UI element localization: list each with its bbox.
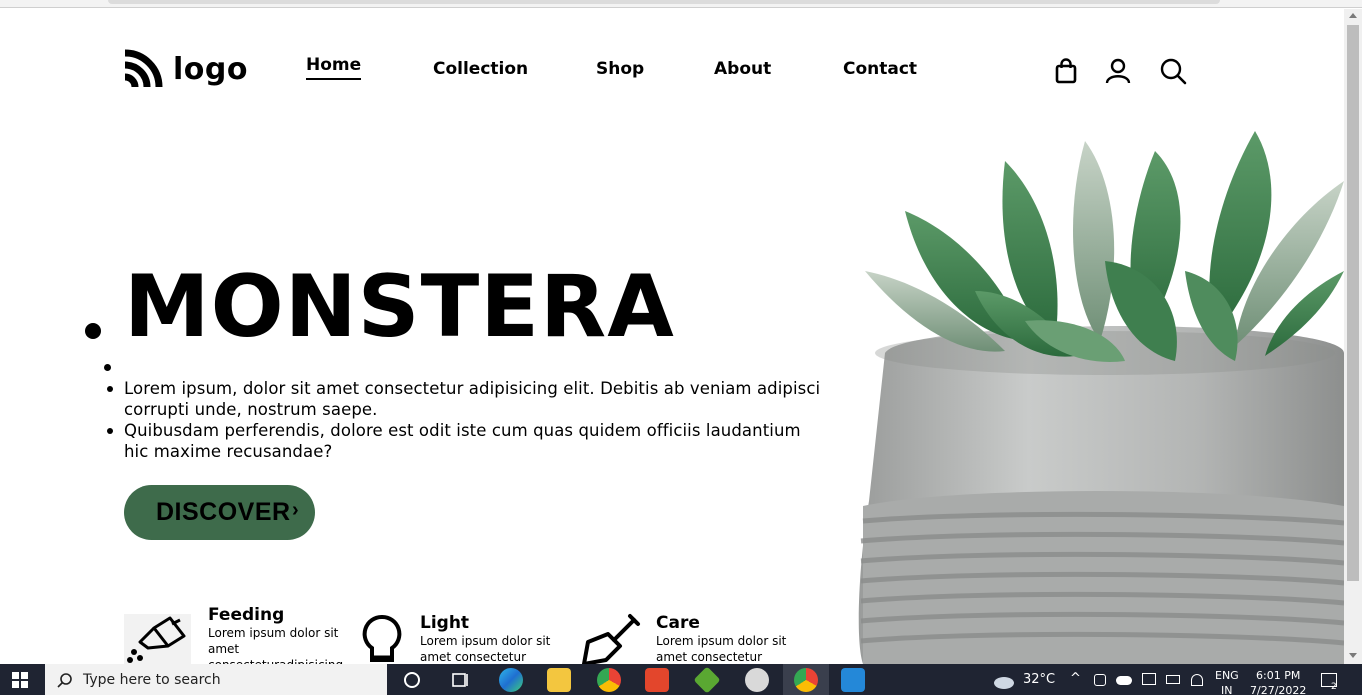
list-item: Quibusdam perferendis, dolore est odit i… — [107, 420, 824, 462]
feature-title: Light — [420, 613, 470, 633]
search-icon — [57, 673, 72, 688]
web-page: logo Home Collection Shop About Contact … — [0, 9, 1344, 664]
shovel-icon — [582, 614, 640, 664]
nav-contact[interactable]: Contact — [843, 59, 917, 79]
browser-top-strip — [0, 0, 1362, 8]
feature-text: Lorem ipsum dolor sit amet consectetur — [420, 634, 551, 664]
nav-home[interactable]: Home — [306, 55, 362, 80]
task-view-icon[interactable] — [448, 668, 472, 692]
hero-title: MONSTERA — [124, 257, 675, 357]
wifi-icon[interactable] — [1191, 674, 1203, 686]
search-placeholder: Type here to search — [83, 671, 221, 688]
feature-title: Feeding — [208, 605, 285, 625]
nav-about[interactable]: About — [714, 59, 771, 79]
empty-bullet — [104, 364, 111, 371]
edge-icon[interactable] — [499, 668, 523, 692]
watering-can-icon — [124, 614, 191, 664]
discover-button[interactable]: DISCOVER › — [124, 485, 315, 540]
onedrive-icon[interactable] — [1116, 676, 1132, 685]
paint-icon[interactable] — [745, 668, 769, 692]
scrollbar-thumb[interactable] — [1347, 25, 1359, 581]
battery-icon[interactable] — [1166, 675, 1180, 684]
chrome-icon[interactable] — [597, 668, 621, 692]
language-indicator[interactable]: ENG — [1215, 669, 1239, 682]
user-icon[interactable] — [1104, 57, 1132, 85]
feature-title: Care — [656, 613, 700, 633]
vscode-icon[interactable] — [841, 668, 865, 692]
feature-text: Lorem ipsum dolor sit amet consecteturad… — [208, 626, 343, 664]
nav-collection[interactable]: Collection — [433, 59, 528, 79]
hero-description-list: Lorem ipsum, dolor sit amet consectetur … — [107, 378, 824, 462]
chevron-right-icon: › — [292, 499, 300, 521]
tray-icon[interactable] — [1094, 674, 1106, 686]
list-item: Lorem ipsum, dolor sit amet consectetur … — [107, 378, 824, 420]
logo-text: logo — [173, 51, 248, 87]
file-explorer-icon[interactable] — [547, 668, 571, 692]
title-bullet — [85, 323, 101, 339]
feature-care: Care Lorem ipsum dolor sit amet consecte… — [656, 613, 796, 664]
cortana-icon[interactable] — [400, 668, 424, 692]
feature-light: Light Lorem ipsum dolor sit amet consect… — [420, 613, 560, 664]
search-icon[interactable] — [1159, 57, 1187, 85]
nodejs-icon[interactable] — [693, 666, 721, 694]
office-icon[interactable] — [645, 668, 669, 692]
region-indicator[interactable]: IN — [1221, 684, 1232, 697]
weather-temp: 32°C — [1023, 672, 1056, 687]
notification-count: 2 — [1331, 682, 1337, 692]
vertical-scrollbar[interactable] — [1344, 9, 1362, 664]
site-logo[interactable]: logo — [123, 49, 248, 89]
windows-start-icon[interactable] — [12, 672, 28, 688]
discover-label: DISCOVER — [156, 498, 291, 526]
clock-date[interactable]: 7/27/2022 — [1250, 684, 1306, 697]
taskbar-search[interactable]: Type here to search — [45, 664, 387, 695]
feature-text: Lorem ipsum dolor sit amet consectetur — [656, 634, 787, 664]
display-icon[interactable] — [1142, 673, 1156, 685]
nav-shop[interactable]: Shop — [596, 59, 644, 79]
rss-logo-icon — [124, 49, 163, 88]
feature-feeding: Feeding Lorem ipsum dolor sit amet conse… — [208, 605, 348, 664]
browser-tab-bar — [108, 0, 1220, 4]
weather-cloud-icon[interactable] — [992, 673, 1016, 689]
chevron-up-icon[interactable]: ^ — [1070, 671, 1081, 686]
succulent-plant-image — [858, 131, 1344, 664]
scroll-down-icon[interactable] — [1349, 653, 1357, 658]
windows-taskbar: Type here to search 32°C ^ ENG IN 6:01 P… — [0, 664, 1362, 697]
light-bulb-icon — [362, 614, 402, 662]
shopping-bag-icon[interactable] — [1052, 57, 1080, 85]
chrome-icon[interactable] — [794, 668, 818, 692]
scroll-up-icon[interactable] — [1349, 13, 1357, 18]
clock-time[interactable]: 6:01 PM — [1256, 669, 1300, 682]
